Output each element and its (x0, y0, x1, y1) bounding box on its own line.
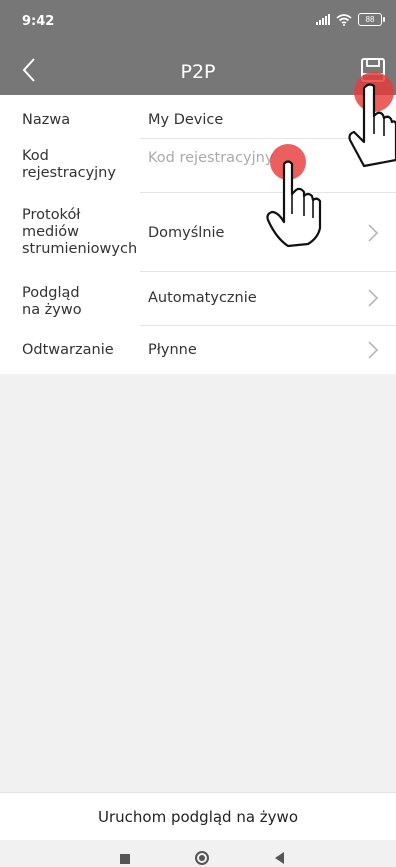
reg-code-label: Kod rejestracyjny (22, 148, 116, 182)
row-name[interactable]: Nazwa My Device (0, 95, 396, 139)
signal-icon (316, 14, 330, 25)
chevron-right-icon (368, 224, 379, 242)
system-nav-bar (0, 840, 396, 867)
protocol-label: Protokół mediów strumieniowych (22, 207, 137, 258)
home-icon[interactable] (195, 851, 209, 865)
start-live-preview-button[interactable]: Uruchom podgląd na żywo (0, 792, 396, 840)
settings-form: Nazwa My Device Kod rejestracyjny Protok… (0, 95, 396, 374)
protocol-label-line3: strumieniowych (22, 241, 138, 257)
nav-bar: P2P (0, 45, 396, 95)
reg-code-label-line1: Kod (22, 148, 49, 164)
row-protocol[interactable]: Protokół mediów strumieniowych Domyślnie (0, 193, 396, 272)
battery-icon: 88 (358, 13, 385, 26)
playback-label: Odtwarzanie (22, 342, 114, 358)
live-preview-label: Podgląd na żywo (22, 285, 82, 319)
live-preview-value: Automatycznie (148, 290, 257, 306)
protocol-label-line1: Protokół (22, 207, 81, 223)
recents-icon[interactable] (120, 854, 130, 864)
protocol-label-line2: mediów (22, 224, 80, 240)
name-value[interactable]: My Device (148, 112, 223, 128)
reg-code-label-line2: rejestracyjny (22, 165, 116, 181)
status-time: 9:42 (22, 14, 55, 29)
chevron-right-icon (368, 289, 379, 307)
wifi-icon (336, 13, 352, 26)
name-label: Nazwa (22, 112, 71, 128)
status-icons: 88 (316, 13, 385, 26)
live-preview-label-line2: na żywo (22, 302, 82, 318)
pointing-hand-icon (266, 160, 322, 248)
back-triangle-icon[interactable] (275, 852, 284, 864)
chevron-right-icon (368, 341, 379, 359)
pointing-hand-icon (348, 83, 396, 168)
start-live-preview-label: Uruchom podgląd na żywo (97, 808, 299, 826)
row-playback[interactable]: Odtwarzanie Płynne (0, 326, 396, 374)
status-bar: 9:42 88 (0, 0, 396, 45)
playback-value: Płynne (148, 342, 197, 358)
page-title: P2P (180, 61, 216, 83)
row-reg-code[interactable]: Kod rejestracyjny (0, 139, 396, 193)
row-live-preview[interactable]: Podgląd na żywo Automatycznie (0, 272, 396, 326)
live-preview-label-line1: Podgląd (22, 285, 80, 301)
protocol-value: Domyślnie (148, 225, 225, 241)
